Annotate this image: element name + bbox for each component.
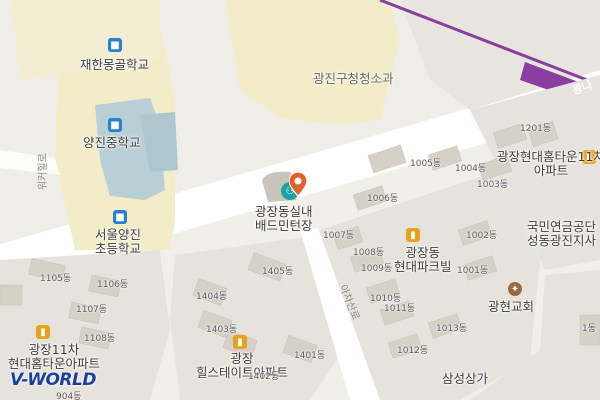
building-number: 1403동 <box>206 325 238 335</box>
building-number: 1201동 <box>520 124 552 134</box>
poi-label-line: 성동광진지사 <box>527 233 597 248</box>
building-number: 1404동 <box>196 292 228 302</box>
poi-label-school[interactable]: 양진중학교 <box>83 136 141 150</box>
building-number: 1013동 <box>436 324 468 334</box>
building-number: 1003동 <box>477 180 509 190</box>
building-number: 1402동 <box>248 372 280 382</box>
poi-label-shopping[interactable]: 삼성상가 <box>442 372 488 386</box>
building-number: 1동 <box>582 324 597 334</box>
poi-label-line: 국민연금공단 <box>527 219 597 234</box>
poi-label-line: 현대홈타운아파트 <box>8 356 101 371</box>
building-number: 1004동 <box>455 164 487 174</box>
building-number: 1009동 <box>361 264 393 274</box>
poi-label-public-office[interactable]: 광진구청청소과 <box>313 72 394 86</box>
road-label: 워커힐로 <box>38 153 49 190</box>
poi-label-school[interactable]: 재한몽골학교 <box>80 58 149 72</box>
building-number: 1012동 <box>397 346 429 356</box>
building-number: 1008동 <box>353 248 385 258</box>
school-icon[interactable]: ■ <box>108 38 122 52</box>
poi-label-badminton[interactable]: 광장동실내 배드민턴장 <box>255 205 313 233</box>
poi-label-line: 현대파크빌 <box>394 259 452 274</box>
building-number: 1001동 <box>457 266 489 276</box>
building-number: 1005동 <box>410 159 442 169</box>
location-pin-icon[interactable] <box>289 172 307 196</box>
poi-label-pension-office[interactable]: 국민연금공단 성동광진지사 <box>527 220 596 248</box>
building-number: 904동 <box>56 392 82 400</box>
building-number: 1108동 <box>84 334 116 344</box>
building-number: 1006동 <box>367 194 399 204</box>
map-canvas[interactable]: 광나 ■ ■ ■ ▮ ▮ ▮ ▮ ✦ ⚇ 재한몽골학교 양진중학교 서울양진 초… <box>0 0 600 400</box>
apartment-icon[interactable]: ▮ <box>36 325 50 339</box>
poi-label-line: 광장현대홈타운11차 <box>497 149 600 164</box>
poi-label-apartment[interactable]: 광장동 현대파크빌 <box>394 246 452 274</box>
building-number: 1007동 <box>323 231 355 241</box>
poi-label-line: 배드민턴장 <box>255 218 313 233</box>
poi-label-line: 광장동실내 <box>255 204 313 219</box>
building-number: 1002동 <box>466 231 498 241</box>
apartment-icon[interactable]: ▮ <box>406 228 420 242</box>
building-number: 1105동 <box>40 274 72 284</box>
apartment-icon[interactable]: ▮ <box>233 335 247 349</box>
building-number: 1106동 <box>97 280 129 290</box>
building-number: 1401동 <box>294 351 326 361</box>
poi-label-line: 초등학교 <box>95 241 142 256</box>
school-icon[interactable]: ■ <box>113 210 127 224</box>
poi-label-line: 광장동 <box>405 245 441 260</box>
poi-label-line: 서울양진 <box>95 227 142 242</box>
building-number: 1405동 <box>262 267 294 277</box>
building-number: 1011동 <box>384 304 416 314</box>
poi-label-apartment[interactable]: 광장현대홈타운11차 아파트 <box>497 150 600 178</box>
church-icon[interactable]: ✦ <box>508 282 522 296</box>
poi-label-apartment[interactable]: 광장11차 현대홈타운아파트 <box>8 343 100 371</box>
poi-label-line: 광장 <box>230 351 254 366</box>
building-number: 1107동 <box>76 305 108 315</box>
poi-label-line: 아파트 <box>533 163 569 178</box>
poi-label-church[interactable]: 광현교회 <box>488 300 534 314</box>
school-icon[interactable]: ■ <box>108 118 122 132</box>
poi-label-school[interactable]: 서울양진 초등학교 <box>95 228 141 256</box>
vworld-logo: V-WORLD <box>10 370 96 390</box>
